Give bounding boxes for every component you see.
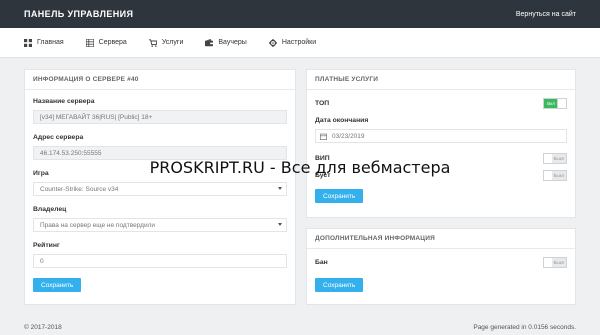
page-generated-text: Page generated in 0.0156 seconds.: [473, 324, 576, 331]
toggle-state: Выкл: [552, 258, 566, 267]
panel-title: ПЛАТНЫЕ УСЛУГИ: [307, 70, 575, 90]
wallet-icon: [205, 38, 214, 46]
nav-item-label: Сервера: [98, 39, 127, 46]
extra-info-panel: ДОПОЛНИТЕЛЬНАЯ ИНФОРМАЦИЯ Бан Выкл Сохра…: [306, 228, 576, 305]
copyright-text: © 2017-2018: [24, 324, 62, 331]
server-info-panel: ИНФОРМАЦИЯ О СЕРВЕРЕ #40 Название сервер…: [24, 69, 296, 305]
nav-item-services[interactable]: Услуги: [148, 38, 184, 47]
dashboard-icon: [24, 38, 32, 47]
ban-toggle[interactable]: Выкл: [543, 257, 567, 268]
nav-item-label: Услуги: [161, 39, 184, 46]
server-list-icon: [85, 38, 94, 47]
top-bar: ПАНЕЛЬ УПРАВЛЕНИЯ Вернуться на сайт: [0, 0, 600, 28]
nav-item-vouchers[interactable]: Ваучеры: [205, 38, 247, 47]
end-date-label: Дата окончания: [315, 117, 369, 124]
top-toggle[interactable]: Вкл: [543, 98, 567, 109]
cart-icon: [148, 38, 157, 47]
server-name-label: Название сервера: [33, 98, 95, 105]
toggle-state: Вкл: [544, 99, 558, 108]
rating-label: Рейтинг: [33, 242, 60, 249]
owner-select-value: Права на сервер еще не подтвердили: [40, 221, 156, 229]
nav-item-servers[interactable]: Сервера: [85, 38, 127, 47]
chevron-down-icon: [278, 187, 282, 190]
gear-icon: [268, 38, 277, 47]
nav-item-settings[interactable]: Настройки: [268, 38, 317, 47]
save-services-button[interactable]: Сохранить: [315, 189, 364, 203]
chevron-down-icon: [278, 223, 282, 226]
back-to-site-link[interactable]: Вернуться на сайт: [516, 11, 576, 18]
nav-item-label: Настройки: [281, 39, 317, 46]
owner-label: Владелец: [33, 206, 67, 213]
paid-services-panel: ПЛАТНЫЕ УСЛУГИ ТОП Вкл Дата окончания 03…: [306, 69, 576, 218]
panel-title: ДОПОЛНИТЕЛЬНАЯ ИНФОРМАЦИЯ: [307, 229, 575, 249]
server-name-field[interactable]: [v34] МЕГАВАЙТ 36|RUS| [Public] 18+: [33, 110, 287, 124]
end-date-field[interactable]: 03/23/2019: [315, 129, 567, 143]
save-server-button[interactable]: Сохранить: [33, 278, 82, 292]
calendar-icon: [320, 133, 327, 140]
main-nav: Главная Сервера Услуги Ваучеры Настройки: [0, 28, 600, 58]
watermark-text: PROSKRIPT.RU - Все для вебмастера: [149, 158, 451, 177]
nav-item-label: Ваучеры: [218, 39, 247, 46]
ban-label: Бан: [315, 259, 328, 266]
brand-title[interactable]: ПАНЕЛЬ УПРАВЛЕНИЯ: [24, 9, 133, 19]
panel-title: ИНФОРМАЦИЯ О СЕРВЕРЕ #40: [25, 70, 295, 90]
game-select[interactable]: Counter-Strike: Source v34: [33, 182, 287, 196]
end-date-value: 03/23/2019: [332, 132, 365, 140]
top-label: ТОП: [315, 100, 330, 107]
game-select-value: Counter-Strike: Source v34: [40, 185, 119, 193]
server-address-label: Адрес сервера: [33, 134, 84, 141]
nav-item-label: Главная: [37, 39, 64, 46]
nav-item-home[interactable]: Главная: [24, 38, 64, 47]
owner-select[interactable]: Права на сервер еще не подтвердили: [33, 218, 287, 232]
rating-field[interactable]: 0: [33, 254, 287, 268]
save-extra-button[interactable]: Сохранить: [315, 278, 364, 292]
